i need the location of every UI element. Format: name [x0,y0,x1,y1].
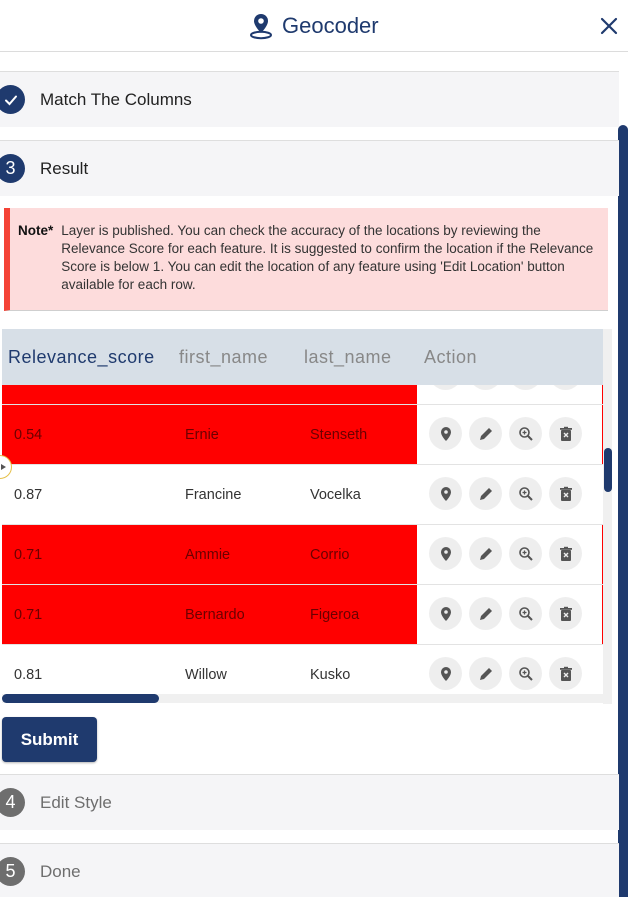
title-text: Geocoder [282,13,379,38]
delete-button[interactable] [549,597,582,630]
zoom-in-icon [517,485,535,503]
note-label: Note* [18,223,54,238]
cell-relevance-score: 0.54 [14,427,43,443]
cell-last-name: Vocelka [310,487,361,503]
column-header-first-name[interactable]: first_name [179,347,268,368]
cell-first-name: Francine [185,487,242,503]
delete-icon [557,485,575,503]
cell-last-name: Figeroa [310,607,360,623]
edit-button[interactable] [469,537,502,570]
locate-button[interactable] [429,597,462,630]
note-banner: Note* Layer is published. You can check … [4,208,608,311]
table-row [2,357,603,405]
geocoder-panel: Geocoder Match The Columns 3 Result Note… [0,0,628,897]
zoom-in-icon [517,665,535,683]
results-table: Relevance_score first_name last_name Act… [2,329,603,704]
step-edit-style[interactable]: 4 Edit Style [0,774,619,830]
edit-icon [477,425,495,443]
arrow-right-icon [1,464,6,470]
delete-icon [557,425,575,443]
edit-button[interactable] [469,477,502,510]
locate-button[interactable] [429,657,462,690]
submit-button[interactable]: Submit [2,717,97,762]
step-label: Result [40,158,89,178]
edit-icon [477,605,495,623]
cell-last-name: Stenseth [310,427,368,443]
cell-relevance-score: 0.87 [14,487,43,503]
row-actions [429,417,582,450]
step-label: Done [40,861,81,881]
edit-button[interactable] [469,417,502,450]
table-row: 0.54 Ernie Stenseth [2,405,603,465]
edit-icon [477,665,495,683]
zoom-in-icon [517,425,535,443]
column-header-action: Action [424,346,478,367]
step-result[interactable]: 3 Result [0,140,619,196]
delete-button[interactable] [549,477,582,510]
step-label: Match The Columns [40,89,192,109]
row-actions [429,597,582,630]
step-number-badge: 4 [0,788,25,817]
zoom-button[interactable] [509,657,542,690]
edit-icon [477,545,495,563]
locate-button[interactable] [429,537,462,570]
edit-button[interactable] [469,597,502,630]
map-pin-icon [250,14,272,40]
locate-button[interactable] [429,477,462,510]
step-number-badge: 3 [0,154,25,183]
table-body: 0.54 Ernie Stenseth 0.87 Francine Vocelka 0.71… [2,357,603,704]
table-vertical-scrollbar-thumb[interactable] [604,448,612,492]
row-actions [429,477,582,510]
table-horizontal-scrollbar-thumb[interactable] [2,694,159,703]
panel-scrollbar-thumb[interactable] [618,125,628,897]
zoom-button[interactable] [509,477,542,510]
locate-icon [437,665,455,683]
zoom-button[interactable] [509,417,542,450]
delete-button[interactable] [549,417,582,450]
locate-icon [437,485,455,503]
locate-icon [437,545,455,563]
delete-button[interactable] [549,537,582,570]
column-header-relevance-score[interactable]: Relevance_score [8,347,155,368]
cell-first-name: Bernardo [185,607,245,623]
cell-relevance-score: 0.71 [14,607,43,623]
edit-icon [477,485,495,503]
close-icon[interactable] [598,15,620,37]
locate-button[interactable] [429,417,462,450]
table-row: 0.71 Ammie Corrio [2,525,603,585]
check-icon [0,85,25,114]
step-match-columns[interactable]: Match The Columns [0,71,619,127]
note-text: Layer is published. You can check the ac… [61,223,594,292]
delete-button[interactable] [549,657,582,690]
column-header-last-name[interactable]: last_name [304,347,392,368]
table-row: 0.87 Francine Vocelka [2,465,603,525]
delete-icon [557,545,575,563]
cell-first-name: Ammie [185,547,231,563]
row-actions [429,657,582,690]
panel-title: Geocoder [248,12,379,40]
panel-header: Geocoder [0,0,628,52]
cell-last-name: Corrio [310,547,350,563]
zoom-button[interactable] [509,597,542,630]
zoom-in-icon [517,545,535,563]
table-vertical-scrollbar-track[interactable] [603,329,612,704]
cell-relevance-score: 0.71 [14,547,43,563]
table-header: Relevance_score first_name last_name Act… [2,329,603,385]
delete-icon [557,605,575,623]
row-actions [429,537,582,570]
zoom-in-icon [517,605,535,623]
delete-icon [557,665,575,683]
edit-button[interactable] [469,657,502,690]
cell-first-name: Ernie [185,427,219,443]
locate-icon [437,425,455,443]
locate-icon [437,605,455,623]
step-label: Edit Style [40,792,112,812]
table-row: 0.71 Bernardo Figeroa [2,585,603,645]
zoom-button[interactable] [509,537,542,570]
step-number-badge: 5 [0,857,25,886]
step-done[interactable]: 5 Done [0,843,619,897]
